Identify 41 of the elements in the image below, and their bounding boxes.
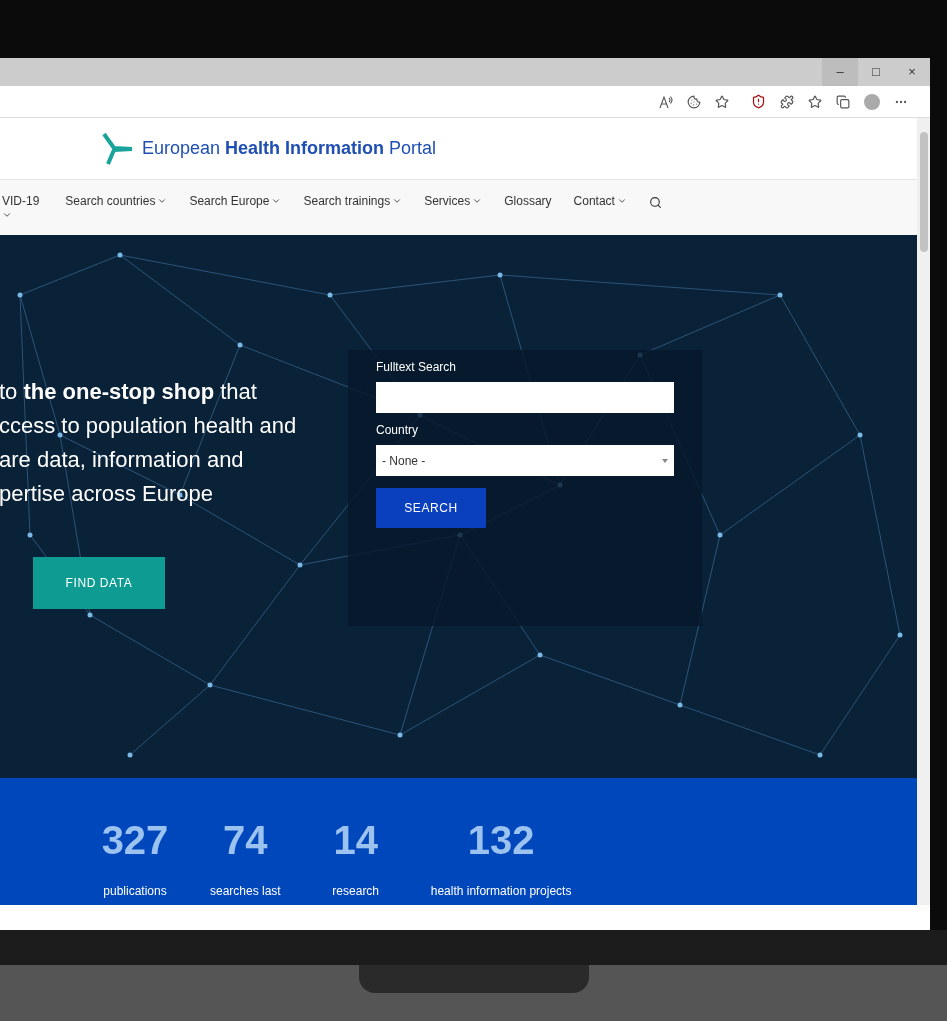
nav-link[interactable]: Search trainings (303, 192, 403, 210)
favorites-icon[interactable] (808, 94, 822, 109)
stat-value: 327 (101, 820, 169, 860)
field-label: Fulltext Search (376, 359, 458, 376)
chevron-icon (472, 196, 483, 206)
chevron-icon (271, 196, 282, 206)
fulltext-search-field[interactable] (376, 382, 674, 413)
nav-link[interactable]: Search Europe (189, 192, 282, 210)
extensions-icon[interactable] (780, 94, 794, 109)
nav-link[interactable]: Contact (573, 192, 627, 210)
stat-label: searches last (210, 883, 281, 900)
stat-label: research (332, 883, 380, 900)
favorite-icon[interactable] (715, 94, 729, 109)
cookie-icon[interactable] (687, 94, 701, 109)
nav-link[interactable]: Services (424, 192, 483, 210)
chevron-icon (392, 196, 403, 206)
site-title: European Health Information Portal (142, 137, 437, 160)
close-button[interactable]: × (894, 58, 930, 86)
search-icon[interactable] (648, 196, 662, 209)
stat-value: 14 (333, 820, 378, 860)
logo-icon (100, 131, 134, 166)
shield-icon[interactable] (751, 94, 766, 109)
collections-icon[interactable] (836, 94, 850, 109)
stat-value: 132 (467, 820, 535, 860)
stat-label: health information projects (430, 883, 572, 900)
caret-icon (662, 458, 668, 463)
chevron-icon (616, 196, 627, 206)
field-label: Country (376, 422, 420, 439)
search-button[interactable]: SEARCH (376, 488, 486, 528)
chevron-icon (157, 196, 168, 206)
country-select[interactable]: - None - (376, 445, 674, 476)
read-aloud-icon[interactable] (659, 94, 673, 109)
chevron-icon (2, 210, 12, 220)
nav-link[interactable]: Glossary (504, 192, 552, 210)
stat-value: 74 (223, 820, 268, 860)
stat-label: publications (103, 883, 167, 900)
nav-link[interactable]: Search countries (65, 192, 168, 210)
hero-heading: to the one-stop shop that ccess to population health and are data, information and pertise across Europe (0, 378, 298, 508)
maximize-button[interactable]: □ (858, 58, 894, 86)
minimize-button[interactable]: – (822, 58, 858, 86)
nav-link[interactable]: VID-19 (0, 192, 40, 220)
